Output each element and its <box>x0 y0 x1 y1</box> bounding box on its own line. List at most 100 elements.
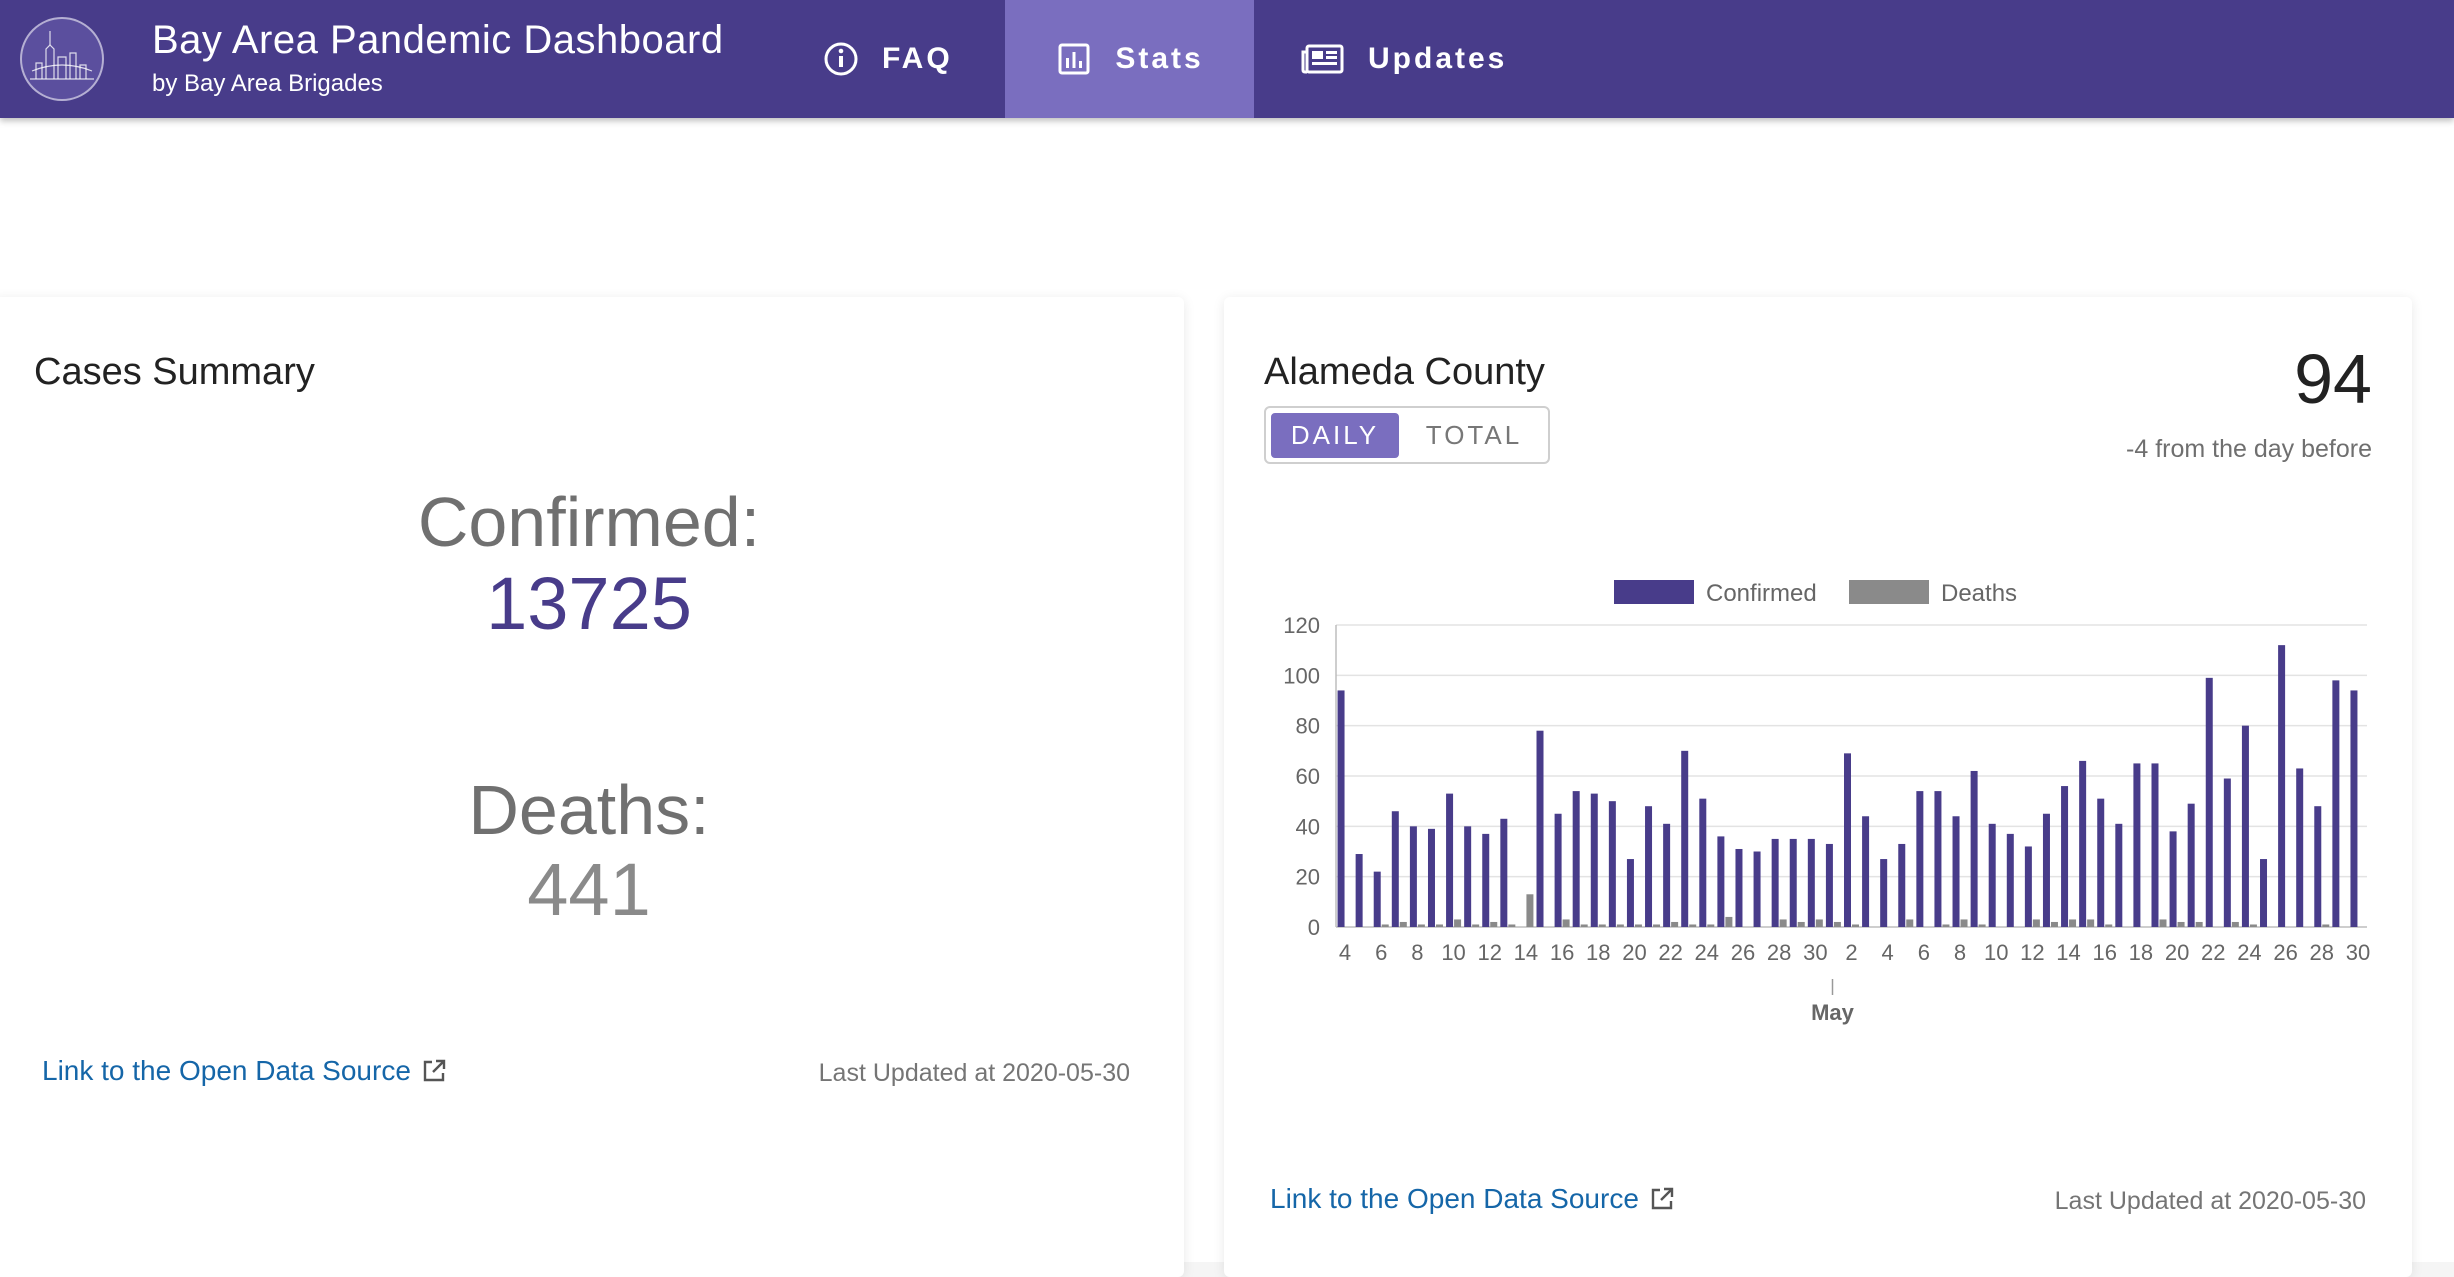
bar-confirmed <box>2296 768 2304 927</box>
x-tick-label: 10 <box>1441 940 1465 965</box>
bar-deaths <box>1942 924 1950 927</box>
bar-confirmed <box>2169 831 2177 927</box>
bar-confirmed <box>2260 859 2268 927</box>
bar-deaths <box>1562 919 1570 927</box>
legend-label-confirmed: Confirmed <box>1706 580 1817 607</box>
bar-deaths <box>2050 921 2058 927</box>
external-link-icon <box>423 1059 446 1082</box>
brigade-logo[interactable] <box>20 17 104 101</box>
x-tick-label: 6 <box>1375 940 1387 965</box>
bar-confirmed <box>1554 813 1562 927</box>
x-tick-label: 18 <box>2129 940 2153 965</box>
bar-chart-icon <box>1058 43 1090 75</box>
x-tick-label: 20 <box>2165 940 2189 965</box>
x-tick-label: 28 <box>2310 940 2334 965</box>
bar-confirmed <box>2314 806 2322 927</box>
bar-deaths <box>1852 924 1859 927</box>
bar-confirmed <box>1355 854 1363 927</box>
x-tick-label: 18 <box>1586 940 1610 965</box>
bar-confirmed <box>1862 816 1870 927</box>
bar-deaths <box>1399 921 1407 927</box>
bar-deaths <box>1779 919 1787 927</box>
bar-confirmed <box>2042 813 2050 927</box>
x-tick-label: 14 <box>1514 940 1538 965</box>
month-label: May <box>1811 1000 1855 1025</box>
bar-confirmed <box>1482 833 1490 927</box>
x-tick-label: 30 <box>1803 940 1827 965</box>
open-data-link-summary[interactable]: Link to the Open Data Source <box>42 1055 447 1087</box>
bar-deaths <box>1472 924 1480 927</box>
bar-confirmed <box>2024 846 2032 927</box>
bar-confirmed <box>1753 851 1761 927</box>
y-tick-label: 60 <box>1296 764 1320 789</box>
bar-confirmed <box>1898 843 1906 927</box>
bar-deaths <box>1833 921 1841 927</box>
bar-deaths <box>2159 919 2167 927</box>
bar-confirmed <box>2350 690 2358 927</box>
bar-deaths <box>2032 919 2040 927</box>
bar-confirmed <box>1464 826 1472 927</box>
y-tick-label: 80 <box>1296 714 1320 739</box>
bar-confirmed <box>2223 778 2231 927</box>
county-card: Alameda County DAILY TOTAL 94 -4 from th… <box>1224 297 2412 1277</box>
bar-confirmed <box>2187 803 2195 927</box>
bar-confirmed <box>2061 786 2069 927</box>
y-tick-label: 100 <box>1283 663 1320 688</box>
nav-stats-label: Stats <box>1115 42 1204 75</box>
open-data-link-label: Link to the Open Data Source <box>42 1055 411 1086</box>
nav-faq[interactable]: FAQ <box>822 0 953 118</box>
bar-deaths <box>1707 924 1715 927</box>
x-tick-label: 24 <box>2237 940 2261 965</box>
cases-summary-card: Cases Summary Confirmed: 13725 Deaths: 4… <box>0 297 1184 1277</box>
bar-deaths <box>1671 921 1679 927</box>
legend-label-deaths: Deaths <box>1941 580 2017 607</box>
x-tick-label: 24 <box>1695 940 1719 965</box>
app-subtitle: by Bay Area Brigades <box>152 70 383 97</box>
x-tick-label: 20 <box>1622 940 1646 965</box>
bar-confirmed <box>1681 750 1689 927</box>
bar-confirmed <box>2278 645 2286 927</box>
bar-confirmed <box>1807 838 1815 927</box>
bar-deaths <box>1381 924 1389 927</box>
bar-confirmed <box>1373 871 1381 927</box>
bar-confirmed <box>2097 798 2105 927</box>
x-tick-label: 14 <box>2056 940 2080 965</box>
bar-confirmed <box>1500 818 1508 927</box>
bar-confirmed <box>2332 680 2340 927</box>
bar-deaths <box>1526 894 1534 927</box>
x-tick-label: 22 <box>2201 940 2225 965</box>
y-tick-label: 40 <box>1296 814 1320 839</box>
bar-confirmed <box>1988 823 1996 927</box>
y-tick-label: 0 <box>1308 915 1320 940</box>
cases-summary-title: Cases Summary <box>34 351 315 393</box>
bar-confirmed <box>1608 801 1616 927</box>
bar-confirmed <box>2151 763 2159 927</box>
bar-deaths <box>1490 921 1498 927</box>
x-tick-label: 8 <box>1954 940 1966 965</box>
bar-confirmed <box>1789 838 1797 927</box>
bar-confirmed <box>1536 730 1544 927</box>
nav-stats[interactable]: Stats <box>1005 0 1254 118</box>
x-tick-label: 4 <box>1882 940 1894 965</box>
bar-confirmed <box>1572 791 1580 927</box>
bar-deaths <box>1580 924 1588 927</box>
bar-confirmed <box>1590 793 1598 927</box>
legend-swatch-confirmed <box>1614 580 1694 604</box>
bar-confirmed <box>2133 763 2141 927</box>
county-bar-chart: 0204060801001204 6 8 10 12 14 16 18 20 22 24 26 28 30… <box>1283 580 2370 1025</box>
nav-updates[interactable]: Updates <box>1300 0 1507 118</box>
bar-deaths <box>1797 921 1805 927</box>
x-tick-label: 4 <box>1339 940 1351 965</box>
newspaper-icon <box>1301 44 1344 74</box>
x-tick-label: 10 <box>1984 940 2008 965</box>
bar-deaths <box>1598 924 1606 927</box>
bar-confirmed <box>1952 816 1960 927</box>
bar-confirmed <box>1409 826 1417 927</box>
x-tick-label: 26 <box>1731 940 1755 965</box>
bar-deaths <box>1815 919 1823 927</box>
last-updated-county: Last Updated at 2020-05-30 <box>2054 1187 2366 1215</box>
open-data-link-county[interactable]: Link to the Open Data Source <box>1270 1183 1675 1215</box>
bar-confirmed <box>1717 836 1725 927</box>
nav-faq-label: FAQ <box>882 42 953 75</box>
bar-confirmed <box>1916 791 1924 927</box>
